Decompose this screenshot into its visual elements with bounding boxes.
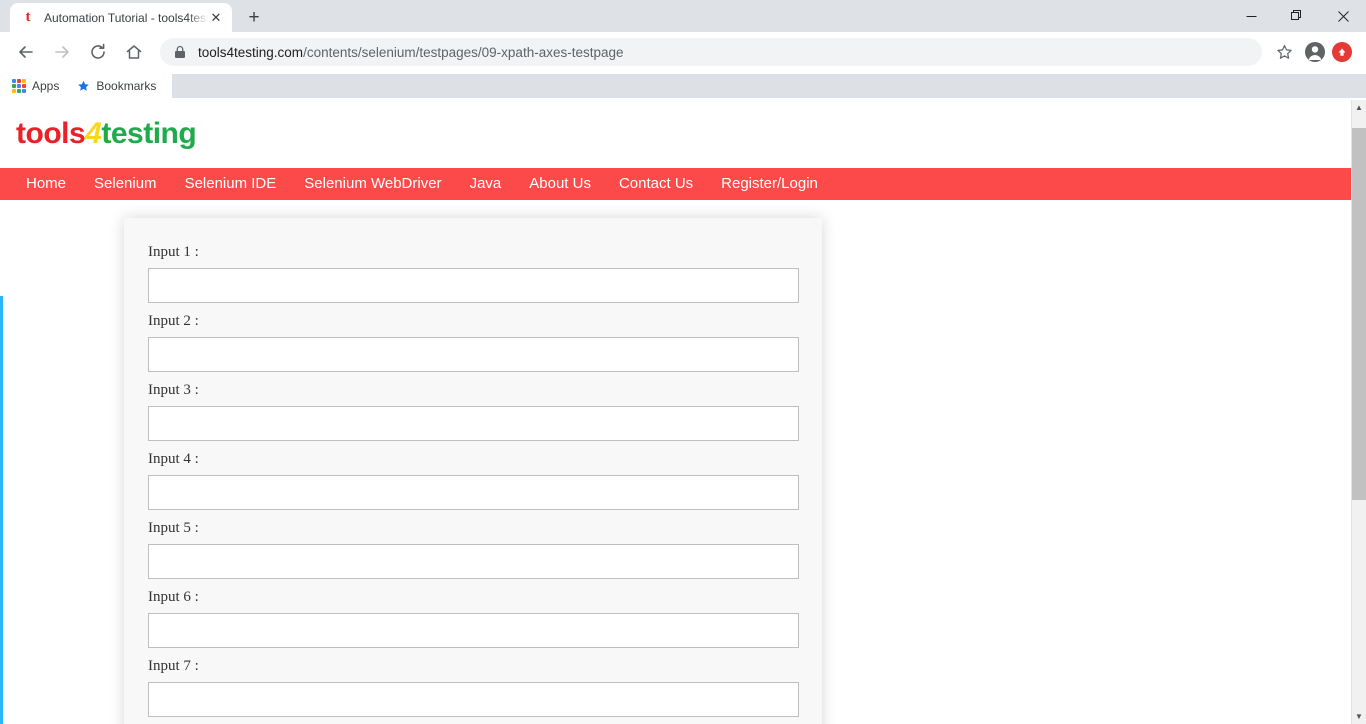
window-controls [1228,0,1366,32]
form-field-2: Input 2 : [148,313,799,372]
nav-item-about-us[interactable]: About Us [515,168,605,200]
form-field-3: Input 3 : [148,382,799,441]
home-icon[interactable] [119,37,149,67]
url-domain: tools4testing.com [198,44,304,60]
reload-icon[interactable] [83,37,113,67]
url-text: tools4testing.com/contents/selenium/test… [198,45,624,60]
nav-item-java[interactable]: Java [456,168,516,200]
bookmark-bookmarks-label: Bookmarks [96,79,157,93]
nav-item-home[interactable]: Home [12,168,80,200]
scrollbar-thumb[interactable] [1352,128,1366,500]
nav-item-contact-us[interactable]: Contact Us [605,168,707,200]
star-folder-icon [77,80,90,93]
input-6-field[interactable] [148,613,799,648]
page-viewport: tools4testing Google Custom Search f [0,100,1366,724]
input-7-field[interactable] [148,682,799,717]
page-body: Input 1 : Input 2 : Input 3 : Input 4 : … [0,200,1366,724]
input-2-field[interactable] [148,337,799,372]
bookmarks-empty-area [172,74,1366,98]
bookmark-apps-label: Apps [32,79,60,93]
input-7-label: Input 7 : [148,658,199,674]
form-field-7: Input 7 : [148,658,799,717]
back-icon[interactable] [11,37,41,67]
main-navigation: Home Selenium Selenium IDE Selenium WebD… [0,168,1366,200]
input-3-label: Input 3 : [148,382,199,398]
site-logo[interactable]: tools4testing [16,117,197,151]
nav-item-register-login[interactable]: Register/Login [707,168,832,200]
form-field-6: Input 6 : [148,589,799,648]
browser-toolbar: tools4testing.com/contents/selenium/test… [0,32,1366,72]
star-icon[interactable] [1270,38,1298,66]
close-window-icon[interactable] [1320,0,1366,32]
minimize-icon[interactable] [1228,0,1274,32]
input-4-label: Input 4 : [148,451,199,467]
browser-title-bar: t Automation Tutorial - tools4testi ✕ + [0,0,1366,32]
url-path: /contents/selenium/testpages/09-xpath-ax… [303,44,624,60]
input-1-label: Input 1 : [148,244,199,260]
nav-item-selenium-webdriver[interactable]: Selenium WebDriver [290,168,455,200]
apps-grid-icon [12,79,26,93]
input-1-field[interactable] [148,268,799,303]
browser-tab[interactable]: t Automation Tutorial - tools4testi ✕ [10,3,232,32]
bookmarks-bar: Apps Bookmarks [0,72,1366,100]
input-3-field[interactable] [148,406,799,441]
bookmark-apps[interactable]: Apps [12,79,59,93]
update-icon[interactable] [1332,42,1352,62]
input-6-label: Input 6 : [148,589,199,605]
scroll-up-icon[interactable]: ▲ [1352,100,1366,115]
profile-avatar[interactable] [1304,41,1326,63]
input-5-label: Input 5 : [148,520,199,536]
input-5-field[interactable] [148,544,799,579]
logo-part2: testing [101,117,197,150]
scroll-down-icon[interactable]: ▼ [1352,709,1366,724]
restore-icon[interactable] [1274,0,1320,32]
site-header: tools4testing Google Custom Search f [0,100,1366,249]
address-bar[interactable]: tools4testing.com/contents/selenium/test… [160,38,1262,66]
lock-icon [174,45,188,59]
logo-part1: tools [16,117,86,150]
page-scrollbar[interactable]: ▲ ▼ [1351,100,1366,724]
new-tab-button[interactable]: + [240,3,268,31]
tab-title: Automation Tutorial - tools4testi [44,10,208,25]
form-field-5: Input 5 : [148,520,799,579]
browser-window: t Automation Tutorial - tools4testi ✕ + [0,0,1366,724]
t-favicon-icon: t [25,9,31,25]
form-field-1: Input 1 : [148,244,799,303]
nav-item-selenium-ide[interactable]: Selenium IDE [171,168,291,200]
form-field-4: Input 4 : [148,451,799,510]
input-form-card: Input 1 : Input 2 : Input 3 : Input 4 : … [124,218,822,724]
forward-icon[interactable] [47,37,77,67]
logo-bolt-icon: 4 [85,117,102,150]
nav-item-selenium[interactable]: Selenium [80,168,171,200]
close-icon[interactable]: ✕ [208,10,224,26]
left-accent-rule [0,296,3,724]
input-2-label: Input 2 : [148,313,199,329]
input-4-field[interactable] [148,475,799,510]
bookmark-bookmarks[interactable]: Bookmarks [77,79,156,93]
